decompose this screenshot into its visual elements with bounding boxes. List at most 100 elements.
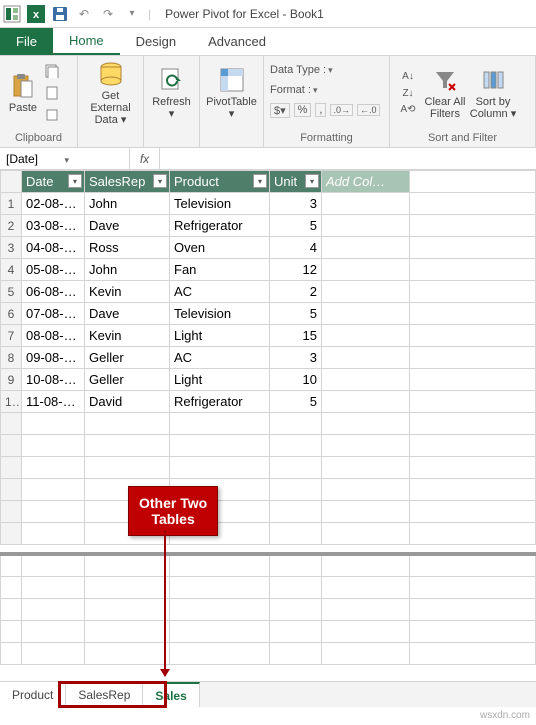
cell-product[interactable]: AC — [170, 281, 270, 303]
cell-salesrep[interactable]: John — [85, 193, 170, 215]
cut-icon[interactable] — [42, 61, 62, 81]
cell-salesrep[interactable]: Geller — [85, 347, 170, 369]
col-header-unit[interactable]: Unit▾ — [270, 171, 322, 193]
fx-icon[interactable]: fx — [130, 148, 160, 169]
cell-unit[interactable]: 3 — [270, 347, 322, 369]
cell-product[interactable]: Refrigerator — [170, 391, 270, 413]
cell-empty[interactable] — [322, 303, 410, 325]
cell-date[interactable]: 09-08-… — [22, 347, 85, 369]
comma-icon[interactable]: , — [315, 103, 326, 117]
cell-date[interactable]: 07-08-… — [22, 303, 85, 325]
redo-icon[interactable]: ↷ — [97, 3, 119, 25]
decrease-decimal-icon[interactable]: ←.0 — [357, 104, 380, 116]
cell-unit[interactable]: 5 — [270, 391, 322, 413]
tab-home[interactable]: Home — [53, 28, 120, 55]
cell-empty[interactable] — [322, 369, 410, 391]
paste-button[interactable]: Paste — [6, 60, 40, 126]
cell-salesrep[interactable]: John — [85, 259, 170, 281]
cell-empty[interactable] — [322, 237, 410, 259]
row-header[interactable]: 4 — [1, 259, 22, 281]
col-header-date[interactable]: Date▾ — [22, 171, 85, 193]
sort-desc-icon[interactable]: Z↓ — [398, 85, 418, 102]
data-grid[interactable]: Date▾ SalesRep▾ Product▾ Unit▾ Add Colum… — [0, 170, 536, 545]
measure-grid[interactable] — [0, 552, 536, 665]
cell-date[interactable]: 11-08-… — [22, 391, 85, 413]
currency-icon[interactable]: $▾ — [270, 103, 290, 118]
table-row[interactable]: 809-08-…GellerAC3 — [1, 347, 536, 369]
row-header[interactable]: 1 — [1, 193, 22, 215]
table-row[interactable]: 708-08-…KevinLight15 — [1, 325, 536, 347]
cell-unit[interactable]: 2 — [270, 281, 322, 303]
cell-product[interactable]: Television — [170, 193, 270, 215]
cell-date[interactable]: 02-08-… — [22, 193, 85, 215]
cell-empty[interactable] — [322, 281, 410, 303]
table-row[interactable]: 203-08-…DaveRefrigerator5 — [1, 215, 536, 237]
cell-empty[interactable] — [410, 237, 536, 259]
row-header[interactable]: 6 — [1, 303, 22, 325]
sort-asc-icon[interactable]: A↓ — [398, 68, 418, 85]
cell-empty[interactable] — [322, 259, 410, 281]
cell-date[interactable]: 06-08-… — [22, 281, 85, 303]
get-external-data-button[interactable]: Get External Data ▾ — [84, 60, 137, 126]
cell-date[interactable]: 04-08-… — [22, 237, 85, 259]
cell-salesrep[interactable]: Dave — [85, 303, 170, 325]
clear-filters-button[interactable]: Clear All Filters — [422, 60, 468, 126]
row-header[interactable]: 9 — [1, 369, 22, 391]
cell-empty[interactable] — [410, 347, 536, 369]
cell-unit[interactable]: 5 — [270, 215, 322, 237]
copy-icon[interactable] — [42, 83, 62, 103]
cell-salesrep[interactable]: Kevin — [85, 325, 170, 347]
refresh-button[interactable]: Refresh ▾ — [150, 60, 193, 126]
table-row[interactable]: 1011-08-…DavidRefrigerator5 — [1, 391, 536, 413]
cell-date[interactable]: 08-08-… — [22, 325, 85, 347]
row-header[interactable]: 10 — [1, 391, 22, 413]
row-header[interactable]: 3 — [1, 237, 22, 259]
table-row[interactable]: 506-08-…KevinAC2 — [1, 281, 536, 303]
data-type-dropdown[interactable]: Data Type : — [266, 60, 387, 80]
cell-salesrep[interactable]: Geller — [85, 369, 170, 391]
percent-icon[interactable]: % — [294, 103, 312, 117]
cell-date[interactable]: 03-08-… — [22, 215, 85, 237]
cell-empty[interactable] — [322, 325, 410, 347]
cell-empty[interactable] — [410, 303, 536, 325]
name-box[interactable]: [Date] — [0, 148, 130, 169]
col-header-product[interactable]: Product▾ — [170, 171, 270, 193]
format-dropdown[interactable]: Format : — [266, 80, 387, 100]
cell-empty[interactable] — [322, 391, 410, 413]
cell-salesrep[interactable]: Kevin — [85, 281, 170, 303]
cell-unit[interactable]: 15 — [270, 325, 322, 347]
add-column[interactable]: Add Column — [322, 171, 410, 193]
undo-icon[interactable]: ↶ — [73, 3, 95, 25]
cell-empty[interactable] — [322, 215, 410, 237]
cell-empty[interactable] — [410, 193, 536, 215]
cell-product[interactable]: Television — [170, 303, 270, 325]
table-row[interactable]: 405-08-…JohnFan12 — [1, 259, 536, 281]
cell-empty[interactable] — [410, 325, 536, 347]
cell-unit[interactable]: 12 — [270, 259, 322, 281]
row-header[interactable]: 8 — [1, 347, 22, 369]
chevron-down-icon[interactable] — [65, 152, 124, 166]
tab-design[interactable]: Design — [120, 28, 192, 55]
cell-unit[interactable]: 4 — [270, 237, 322, 259]
qat-dropdown-icon[interactable]: ▾ — [121, 3, 143, 25]
cell-product[interactable]: AC — [170, 347, 270, 369]
table-row[interactable]: 304-08-…RossOven4 — [1, 237, 536, 259]
cell-empty[interactable] — [410, 281, 536, 303]
cell-salesrep[interactable]: Ross — [85, 237, 170, 259]
cell-unit[interactable]: 10 — [270, 369, 322, 391]
sort-by-column-button[interactable]: Sort by Column ▾ — [468, 60, 518, 126]
cell-date[interactable]: 05-08-… — [22, 259, 85, 281]
cell-product[interactable]: Refrigerator — [170, 215, 270, 237]
format-painter-icon[interactable] — [42, 105, 62, 125]
cell-product[interactable]: Fan — [170, 259, 270, 281]
save-icon[interactable] — [49, 3, 71, 25]
cell-empty[interactable] — [322, 193, 410, 215]
table-row[interactable]: 102-08-…JohnTelevision3 — [1, 193, 536, 215]
table-row[interactable]: 910-08-…GellerLight10 — [1, 369, 536, 391]
cell-date[interactable]: 10-08-… — [22, 369, 85, 391]
sheet-tab-product[interactable]: Product — [0, 682, 66, 707]
clear-sort-icon[interactable]: A⟲ — [398, 101, 418, 118]
cell-unit[interactable]: 3 — [270, 193, 322, 215]
increase-decimal-icon[interactable]: .0→ — [330, 104, 353, 116]
table-row[interactable]: 607-08-…DaveTelevision5 — [1, 303, 536, 325]
